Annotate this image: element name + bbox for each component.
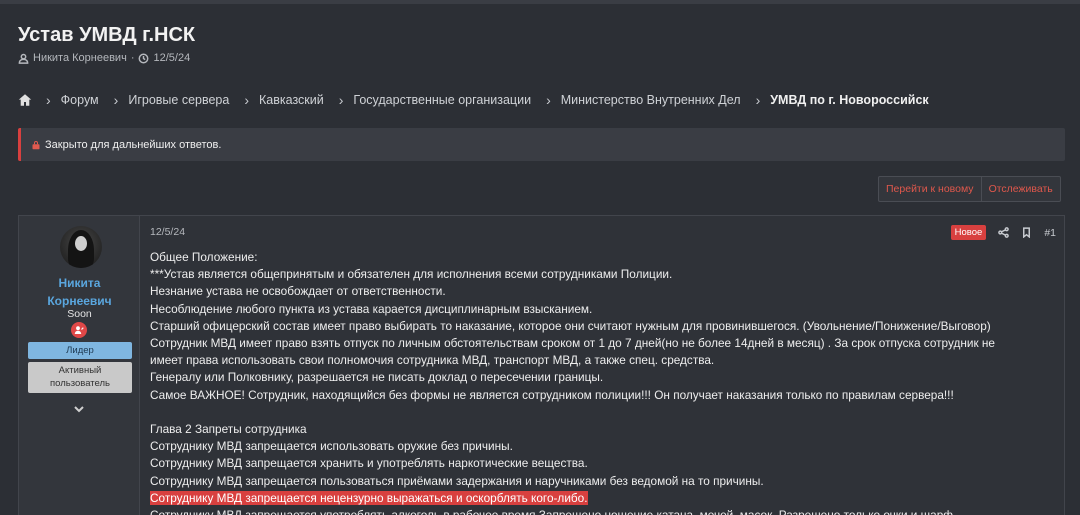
go-to-new-button[interactable]: Перейти к новому bbox=[878, 176, 982, 202]
chevron-right-icon: › bbox=[244, 92, 250, 108]
chevron-right-icon: › bbox=[546, 92, 551, 108]
breadcrumb: › Форум › Игровые сервера › Кавказский › Гос… bbox=[18, 92, 944, 108]
avatar-face bbox=[75, 236, 87, 251]
post-line: Несоблюдение любого пункта из устава кар… bbox=[150, 301, 593, 316]
chevron-right-icon: › bbox=[46, 92, 51, 108]
thread-date[interactable]: 12/5/24 bbox=[153, 52, 190, 64]
chevron-right-icon: › bbox=[755, 92, 761, 108]
thread-author[interactable]: Никита Корнеевич bbox=[33, 52, 127, 64]
new-badge: Новое bbox=[950, 225, 987, 240]
clock-icon bbox=[139, 53, 149, 63]
top-bar bbox=[0, 0, 1080, 4]
user-title: Soon bbox=[67, 308, 92, 320]
breadcrumb-item-caucasus[interactable]: › Кавказский bbox=[244, 92, 338, 108]
post-username[interactable]: Никита Корнеевич bbox=[19, 274, 140, 310]
post-line: Глава 2 Запреты сотрудника bbox=[150, 422, 307, 437]
post-line: Общее Положение: bbox=[150, 250, 258, 264]
role-active-line2: пользователь bbox=[50, 378, 110, 389]
share-icon[interactable] bbox=[998, 227, 1010, 238]
role-badge-active: Активный пользователь bbox=[28, 362, 132, 393]
post-line: Сотруднику МВД запрещается хранить и упо… bbox=[150, 456, 588, 471]
post-date[interactable]: 12/5/24 bbox=[150, 226, 185, 238]
lock-icon bbox=[31, 140, 41, 150]
post-line: Сотруднику МВД запрещается использовать … bbox=[150, 439, 513, 454]
chevron-right-icon: › bbox=[113, 92, 119, 108]
post-tools: Новое #1 bbox=[950, 225, 1056, 240]
chevron-down-icon[interactable] bbox=[72, 402, 86, 416]
breadcrumb-item-servers[interactable]: › Игровые сервера bbox=[114, 92, 245, 108]
post-line: Самое ВАЖНОЕ! Сотрудник, находящийся без… bbox=[150, 387, 954, 402]
closed-notice: Закрыто для дальнейших ответов. bbox=[18, 128, 1065, 161]
breadcrumb-item-current[interactable]: › УМВД по г. Новороссийск bbox=[756, 92, 944, 108]
bookmark-icon[interactable] bbox=[1021, 227, 1032, 238]
post-line: Генералу или Полковнику, разрешается не … bbox=[150, 370, 604, 385]
role-badge-leader: Лидер bbox=[28, 342, 132, 359]
breadcrumb-item-forum[interactable]: › Форум bbox=[46, 92, 114, 108]
post-number[interactable]: #1 bbox=[1044, 227, 1056, 239]
chevron-right-icon: › bbox=[338, 92, 344, 108]
home-icon[interactable] bbox=[18, 93, 32, 107]
post-content: 12/5/24 Новое #1 Общее Положение: ***Уста… bbox=[140, 216, 1064, 515]
post-line: Сотруднику МВД запрещается нецензурно вы… bbox=[150, 490, 1050, 507]
post-body: Общее Положение: ***Устав является общепр… bbox=[150, 249, 1050, 515]
closed-notice-text: Закрыто для дальнейших ответов. bbox=[45, 138, 222, 151]
staff-badge-icon bbox=[71, 322, 87, 338]
role-active-line1: Активный bbox=[58, 365, 102, 376]
post-line: Сотруднику МВД запрещается пользоваться … bbox=[150, 473, 764, 488]
avatar[interactable] bbox=[60, 226, 102, 268]
post-line: имеет права использовать свои полномочия… bbox=[150, 353, 715, 368]
user-icon bbox=[18, 53, 29, 64]
thread-actions: Перейти к новому Отслеживать bbox=[878, 176, 1061, 202]
post-line bbox=[150, 404, 1050, 421]
breadcrumb-item-ministry[interactable]: › Министерство Внутренних Дел bbox=[546, 92, 756, 108]
post-line: Старший офицерский состав имеет право вы… bbox=[150, 318, 991, 333]
thread-meta: Никита Корнеевич · 12/5/24 bbox=[18, 52, 190, 64]
watch-button[interactable]: Отслеживать bbox=[981, 176, 1061, 202]
post-line: Незнание устава не освобождает от ответс… bbox=[150, 284, 446, 299]
post-line: Сотрудник МВД имеет право взять отпуск п… bbox=[150, 336, 995, 351]
post-line: ***Устав является общепринятым и обязате… bbox=[150, 267, 673, 282]
breadcrumb-item-government[interactable]: › Государственные организации bbox=[339, 92, 546, 108]
post: Никита Корнеевич Soon Лидер Активный пол… bbox=[18, 215, 1065, 515]
post-line: Сотруднику МВД запрещается употреблять а… bbox=[150, 507, 1050, 515]
highlighted-text: Сотруднику МВД запрещается нецензурно вы… bbox=[150, 490, 588, 505]
page-title: Устав УМВД г.НСК bbox=[18, 24, 196, 46]
post-username-line1: Никита bbox=[58, 276, 101, 290]
post-user-cell: Никита Корнеевич Soon Лидер Активный пол… bbox=[19, 216, 140, 515]
meta-separator: · bbox=[130, 52, 135, 64]
